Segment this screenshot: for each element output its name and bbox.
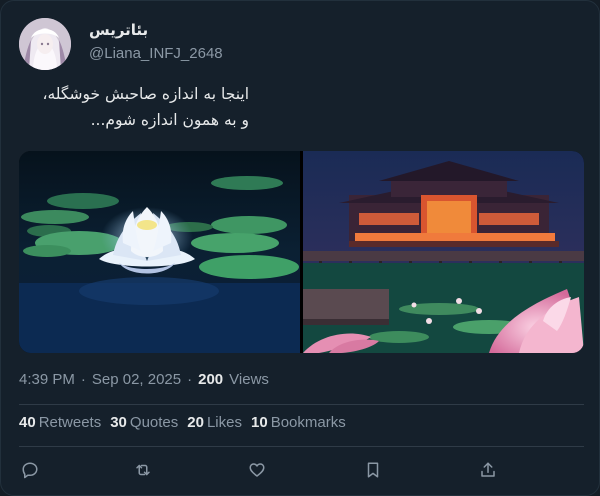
retweets-label: Retweets <box>38 414 102 431</box>
divider <box>19 446 584 447</box>
tweet-time[interactable]: 4:39 PM <box>19 371 75 388</box>
meta-separator: · <box>187 371 193 388</box>
quotes-count: 30 <box>110 414 127 431</box>
stat-quotes[interactable]: 30 Quotes <box>110 414 178 431</box>
tweet-meta: 4:39 PM · Sep 02, 2025 · 200 Views <box>19 371 269 388</box>
views-count: 200 <box>198 371 224 388</box>
stat-bookmarks[interactable]: 10 Bookmarks <box>251 414 346 431</box>
author-handle[interactable]: @Liana_INFJ_2648 <box>89 45 223 62</box>
views-label: Views <box>229 371 269 388</box>
divider <box>19 404 584 405</box>
likes-count: 20 <box>187 414 204 431</box>
stat-retweets[interactable]: 40 Retweets <box>19 414 101 431</box>
stat-likes[interactable]: 20 Likes <box>187 414 242 431</box>
author-display-name[interactable]: بئاتریس <box>89 21 148 39</box>
retweets-count: 40 <box>19 414 36 431</box>
likes-label: Likes <box>206 414 242 431</box>
tweet-card: بئاتریس @Liana_INFJ_2648 اینجا به اندازه… <box>0 0 600 496</box>
tweet-line-1: اینجا به اندازه صاحبش خوشگله، <box>42 85 249 103</box>
media-image-lotus[interactable] <box>19 151 300 353</box>
retweet-icon[interactable] <box>132 459 154 481</box>
media-image-palace[interactable] <box>300 151 584 353</box>
like-icon[interactable] <box>246 459 268 481</box>
avatar[interactable] <box>19 18 71 70</box>
action-bar <box>19 459 584 481</box>
reply-icon[interactable] <box>19 459 41 481</box>
tweet-line-2: و به همون اندازه شوم... <box>90 111 249 129</box>
share-icon[interactable] <box>477 459 499 481</box>
bookmarks-count: 10 <box>251 414 268 431</box>
tweet-text: اینجا به اندازه صاحبش خوشگله، و به همون … <box>19 81 249 133</box>
tweet-media <box>19 151 584 353</box>
bookmark-icon[interactable] <box>362 459 384 481</box>
quotes-label: Quotes <box>129 414 179 431</box>
engagement-stats: 40 Retweets 30 Quotes 20 Likes 10 Bookmarks <box>19 414 355 431</box>
meta-separator: · <box>80 371 86 388</box>
tweet-date[interactable]: Sep 02, 2025 <box>92 371 181 388</box>
bookmarks-label: Bookmarks <box>270 414 346 431</box>
